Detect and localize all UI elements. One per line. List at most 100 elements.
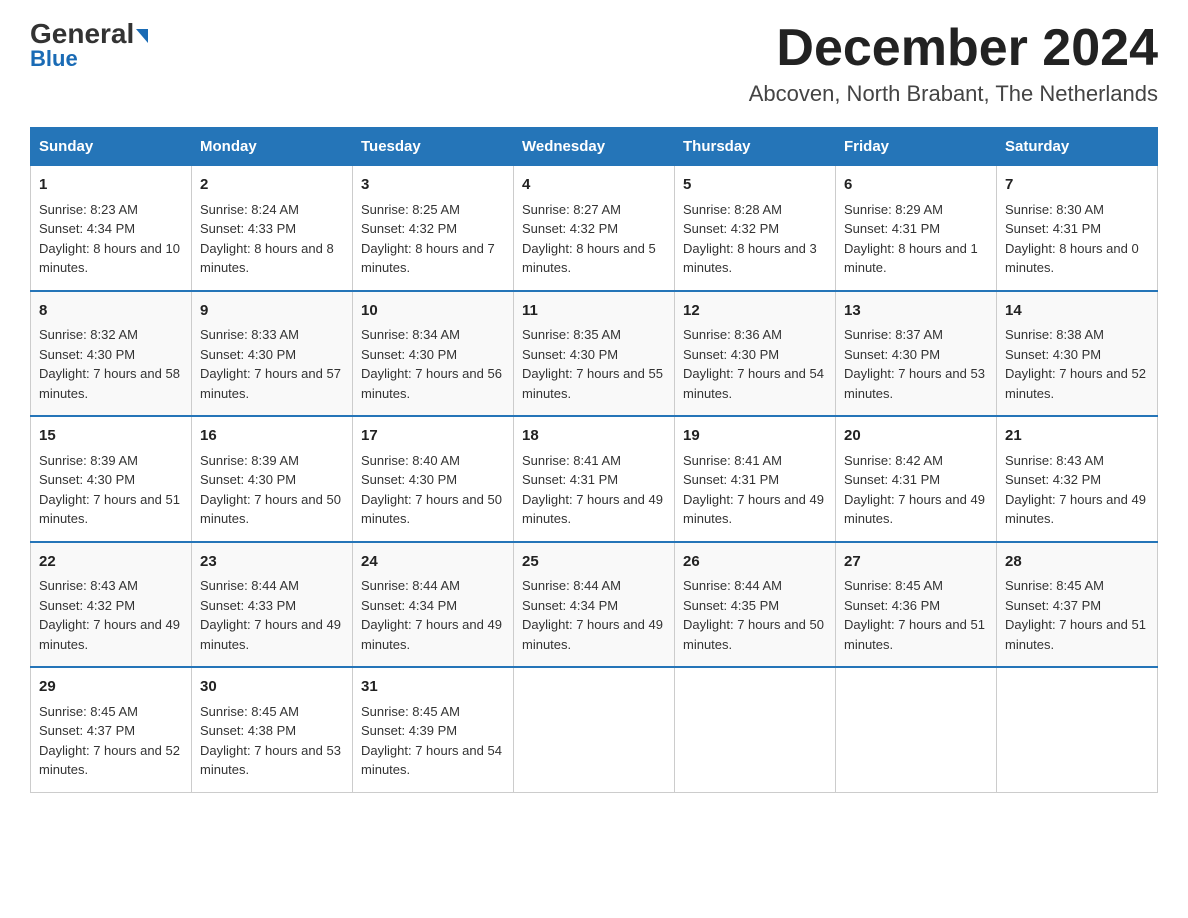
day-number: 28 [1005, 551, 1149, 574]
day-info: Sunrise: 8:35 AMSunset: 4:30 PMDaylight:… [522, 325, 666, 403]
calendar-cell: 2 Sunrise: 8:24 AMSunset: 4:33 PMDaylight… [192, 166, 353, 291]
calendar-cell: 13Sunrise: 8:37 AMSunset: 4:30 PMDayligh… [836, 291, 997, 417]
day-info: Sunrise: 8:40 AMSunset: 4:30 PMDaylight:… [361, 451, 505, 529]
day-number: 21 [1005, 425, 1149, 448]
day-info: Sunrise: 8:29 AMSunset: 4:31 PMDaylight:… [844, 200, 988, 278]
calendar-cell [675, 667, 836, 792]
day-number: 31 [361, 676, 505, 699]
calendar-cell: 26Sunrise: 8:44 AMSunset: 4:35 PMDayligh… [675, 542, 836, 668]
calendar-cell: 30 Sunrise: 8:45 AMSunset: 4:38 PMDayligh… [192, 667, 353, 792]
week-row-1: 1 Sunrise: 8:23 AMSunset: 4:34 PMDaylight… [31, 166, 1158, 291]
day-info: Sunrise: 8:41 AMSunset: 4:31 PMDaylight:… [683, 451, 827, 529]
day-number: 30 [200, 676, 344, 699]
day-number: 10 [361, 300, 505, 323]
day-number: 19 [683, 425, 827, 448]
day-number: 26 [683, 551, 827, 574]
calendar-cell: 5 Sunrise: 8:28 AMSunset: 4:32 PMDaylight… [675, 166, 836, 291]
day-info: Sunrise: 8:45 AMSunset: 4:37 PMDaylight:… [39, 702, 183, 780]
week-row-3: 15 Sunrise: 8:39 AMSunset: 4:30 PMDayligh… [31, 416, 1158, 542]
day-info: Sunrise: 8:45 AMSunset: 4:38 PMDaylight:… [200, 702, 344, 780]
calendar-cell: 28Sunrise: 8:45 AMSunset: 4:37 PMDayligh… [997, 542, 1158, 668]
title-section: December 2024 Abcoven, North Brabant, Th… [749, 20, 1158, 107]
calendar-cell: 31 Sunrise: 8:45 AMSunset: 4:39 PMDayligh… [353, 667, 514, 792]
day-number: 3 [361, 174, 505, 197]
month-title: December 2024 [749, 20, 1158, 77]
logo-general: General [30, 20, 148, 48]
day-info: Sunrise: 8:44 AMSunset: 4:33 PMDaylight:… [200, 576, 344, 654]
calendar-cell: 27Sunrise: 8:45 AMSunset: 4:36 PMDayligh… [836, 542, 997, 668]
day-info: Sunrise: 8:45 AMSunset: 4:36 PMDaylight:… [844, 576, 988, 654]
calendar-cell: 23Sunrise: 8:44 AMSunset: 4:33 PMDayligh… [192, 542, 353, 668]
calendar-cell: 29 Sunrise: 8:45 AMSunset: 4:37 PMDayligh… [31, 667, 192, 792]
day-number: 23 [200, 551, 344, 574]
day-info: Sunrise: 8:39 AMSunset: 4:30 PMDaylight:… [39, 451, 183, 529]
logo: General Blue [30, 20, 148, 72]
day-number: 5 [683, 174, 827, 197]
day-info: Sunrise: 8:45 AMSunset: 4:39 PMDaylight:… [361, 702, 505, 780]
location-title: Abcoven, North Brabant, The Netherlands [749, 81, 1158, 107]
header-wednesday: Wednesday [514, 128, 675, 166]
header-tuesday: Tuesday [353, 128, 514, 166]
calendar-cell: 18Sunrise: 8:41 AMSunset: 4:31 PMDayligh… [514, 416, 675, 542]
day-number: 17 [361, 425, 505, 448]
day-number: 25 [522, 551, 666, 574]
calendar-cell: 11Sunrise: 8:35 AMSunset: 4:30 PMDayligh… [514, 291, 675, 417]
day-number: 11 [522, 300, 666, 323]
week-row-5: 29 Sunrise: 8:45 AMSunset: 4:37 PMDayligh… [31, 667, 1158, 792]
day-info: Sunrise: 8:43 AMSunset: 4:32 PMDaylight:… [1005, 451, 1149, 529]
calendar-cell [997, 667, 1158, 792]
calendar-cell: 21 Sunrise: 8:43 AMSunset: 4:32 PMDayligh… [997, 416, 1158, 542]
header-saturday: Saturday [997, 128, 1158, 166]
calendar-cell: 25Sunrise: 8:44 AMSunset: 4:34 PMDayligh… [514, 542, 675, 668]
calendar-cell [514, 667, 675, 792]
day-number: 14 [1005, 300, 1149, 323]
day-info: Sunrise: 8:38 AMSunset: 4:30 PMDaylight:… [1005, 325, 1149, 403]
calendar-cell: 24Sunrise: 8:44 AMSunset: 4:34 PMDayligh… [353, 542, 514, 668]
day-number: 15 [39, 425, 183, 448]
day-info: Sunrise: 8:27 AMSunset: 4:32 PMDaylight:… [522, 200, 666, 278]
day-info: Sunrise: 8:34 AMSunset: 4:30 PMDaylight:… [361, 325, 505, 403]
calendar-cell: 22Sunrise: 8:43 AMSunset: 4:32 PMDayligh… [31, 542, 192, 668]
day-info: Sunrise: 8:28 AMSunset: 4:32 PMDaylight:… [683, 200, 827, 278]
calendar-table: SundayMondayTuesdayWednesdayThursdayFrid… [30, 127, 1158, 793]
day-number: 1 [39, 174, 183, 197]
day-info: Sunrise: 8:25 AMSunset: 4:32 PMDaylight:… [361, 200, 505, 278]
day-info: Sunrise: 8:24 AMSunset: 4:33 PMDaylight:… [200, 200, 344, 278]
day-info: Sunrise: 8:45 AMSunset: 4:37 PMDaylight:… [1005, 576, 1149, 654]
day-info: Sunrise: 8:41 AMSunset: 4:31 PMDaylight:… [522, 451, 666, 529]
weekday-header-row: SundayMondayTuesdayWednesdayThursdayFrid… [31, 128, 1158, 166]
calendar-cell: 4 Sunrise: 8:27 AMSunset: 4:32 PMDaylight… [514, 166, 675, 291]
calendar-cell: 15 Sunrise: 8:39 AMSunset: 4:30 PMDayligh… [31, 416, 192, 542]
calendar-cell: 10Sunrise: 8:34 AMSunset: 4:30 PMDayligh… [353, 291, 514, 417]
day-number: 9 [200, 300, 344, 323]
day-number: 16 [200, 425, 344, 448]
calendar-cell: 16 Sunrise: 8:39 AMSunset: 4:30 PMDayligh… [192, 416, 353, 542]
calendar-cell: 19 Sunrise: 8:41 AMSunset: 4:31 PMDayligh… [675, 416, 836, 542]
day-number: 7 [1005, 174, 1149, 197]
day-number: 13 [844, 300, 988, 323]
calendar-cell: 12Sunrise: 8:36 AMSunset: 4:30 PMDayligh… [675, 291, 836, 417]
logo-blue: Blue [30, 46, 78, 72]
day-info: Sunrise: 8:44 AMSunset: 4:35 PMDaylight:… [683, 576, 827, 654]
calendar-cell: 6 Sunrise: 8:29 AMSunset: 4:31 PMDaylight… [836, 166, 997, 291]
day-number: 24 [361, 551, 505, 574]
day-number: 29 [39, 676, 183, 699]
day-number: 20 [844, 425, 988, 448]
day-info: Sunrise: 8:23 AMSunset: 4:34 PMDaylight:… [39, 200, 183, 278]
day-info: Sunrise: 8:39 AMSunset: 4:30 PMDaylight:… [200, 451, 344, 529]
day-info: Sunrise: 8:43 AMSunset: 4:32 PMDaylight:… [39, 576, 183, 654]
day-info: Sunrise: 8:44 AMSunset: 4:34 PMDaylight:… [361, 576, 505, 654]
day-info: Sunrise: 8:33 AMSunset: 4:30 PMDaylight:… [200, 325, 344, 403]
calendar-cell: 14Sunrise: 8:38 AMSunset: 4:30 PMDayligh… [997, 291, 1158, 417]
day-number: 27 [844, 551, 988, 574]
calendar-cell: 9Sunrise: 8:33 AMSunset: 4:30 PMDaylight… [192, 291, 353, 417]
header-thursday: Thursday [675, 128, 836, 166]
day-info: Sunrise: 8:42 AMSunset: 4:31 PMDaylight:… [844, 451, 988, 529]
day-number: 4 [522, 174, 666, 197]
calendar-cell: 1 Sunrise: 8:23 AMSunset: 4:34 PMDaylight… [31, 166, 192, 291]
page-header: General Blue December 2024 Abcoven, Nort… [30, 20, 1158, 107]
day-info: Sunrise: 8:36 AMSunset: 4:30 PMDaylight:… [683, 325, 827, 403]
day-number: 12 [683, 300, 827, 323]
day-number: 2 [200, 174, 344, 197]
day-number: 6 [844, 174, 988, 197]
